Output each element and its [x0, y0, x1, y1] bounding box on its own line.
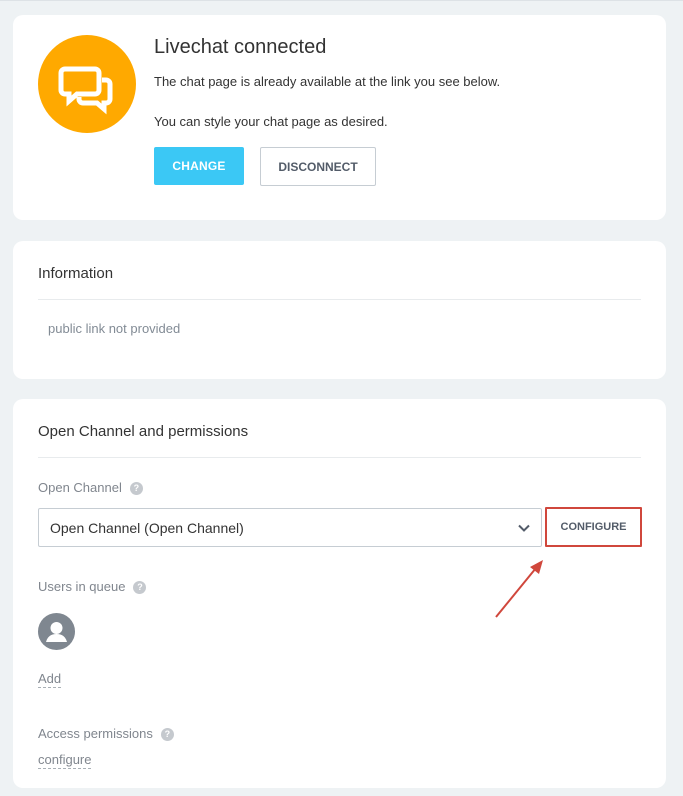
chat-bubbles-icon [38, 35, 136, 133]
open-channel-title: Open Channel and permissions [38, 423, 249, 440]
availability-text: The chat page is already available at th… [154, 74, 501, 89]
open-channel-card: Open Channel and permissions Open Channe… [13, 399, 666, 788]
open-channel-label-text: Open Channel [38, 480, 122, 495]
page-title: Livechat connected [154, 36, 327, 58]
chevron-down-icon [518, 524, 530, 532]
open-channel-label: Open Channel? [38, 480, 143, 495]
open-channel-select[interactable]: Open Channel (Open Channel) [38, 508, 542, 547]
help-icon[interactable]: ? [133, 581, 147, 594]
configure-permissions-link[interactable]: configure [38, 752, 92, 769]
add-user-link[interactable]: Add [38, 671, 62, 688]
top-border [0, 0, 683, 1]
styling-text: You can style your chat page as desired. [154, 114, 388, 129]
help-icon[interactable]: ? [129, 482, 143, 495]
change-button[interactable]: CHANGE [154, 147, 244, 185]
avatar[interactable] [38, 613, 75, 650]
livechat-connected-card: Livechat connected The chat page is alre… [13, 15, 666, 220]
public-link-status: public link not provided [48, 321, 181, 336]
disconnect-button[interactable]: DISCONNECT [260, 147, 376, 186]
users-in-queue-label: Users in queue? [38, 579, 147, 594]
divider [38, 457, 641, 458]
configure-button[interactable]: CONFIGURE [545, 507, 642, 547]
information-card: Information public link not provided [13, 241, 666, 379]
information-title: Information [38, 265, 114, 282]
user-icon [46, 622, 67, 642]
users-in-queue-label-text: Users in queue [38, 579, 126, 594]
divider [38, 299, 641, 300]
access-permissions-label: Access permissions? [38, 726, 174, 741]
access-permissions-label-text: Access permissions [38, 726, 153, 741]
help-icon[interactable]: ? [160, 728, 174, 741]
open-channel-selected-value: Open Channel (Open Channel) [50, 520, 244, 536]
